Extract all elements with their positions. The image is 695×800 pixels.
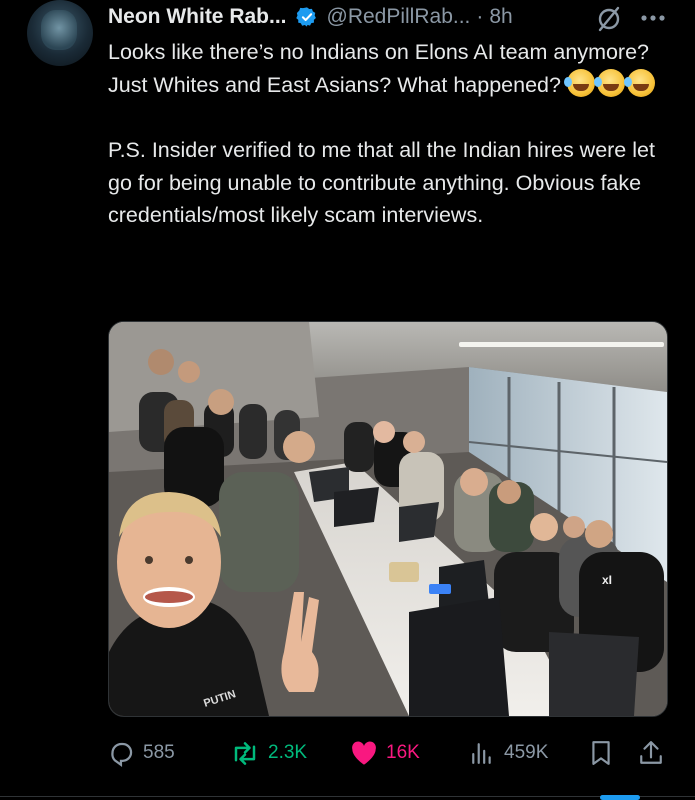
views-count: 459K (504, 742, 549, 763)
like-button[interactable]: 16K (350, 735, 420, 771)
divider (0, 796, 695, 797)
retweet-button[interactable]: 2.3K (230, 735, 307, 771)
tweet-paragraph-1: Looks like there’s no Indians on Elons A… (108, 36, 668, 101)
verified-badge-icon (295, 7, 316, 27)
tweet-paragraph-2: P.S. Insider verified to me that all the… (108, 138, 655, 227)
author-handle[interactable]: @RedPillRab... (327, 5, 471, 29)
reply-icon (111, 742, 133, 767)
tweet-photo[interactable]: PUTIN xI (108, 321, 668, 717)
views-icon (472, 743, 491, 764)
tweet-actions: 585 2.3K 16K 459K (108, 735, 668, 771)
separator-dot: · (476, 5, 484, 28)
avatar-figure (41, 10, 77, 50)
reply-count: 585 (143, 742, 175, 763)
more-options-icon[interactable] (640, 14, 666, 22)
views-button[interactable]: 459K (468, 735, 548, 771)
author-avatar[interactable] (27, 0, 93, 66)
share-button[interactable] (639, 735, 671, 771)
laughing-emoji-icon (563, 68, 595, 97)
tweet-header: Neon White Rab... @RedPillRab... · 8h (108, 2, 513, 32)
bookmark-icon (592, 741, 610, 765)
retweet-count: 2.3K (268, 742, 308, 763)
tweet-time[interactable]: 8h (489, 5, 512, 29)
tweet-body: Looks like there’s no Indians on Elons A… (108, 36, 668, 232)
shirt-logo-text: xI (602, 573, 612, 587)
heart-icon (352, 741, 376, 765)
bookmark-button[interactable] (590, 735, 620, 771)
retweet-icon (234, 741, 256, 765)
author-name[interactable]: Neon White Rab... (108, 5, 287, 29)
laughing-emoji-icon (593, 68, 625, 97)
like-count: 16K (386, 742, 420, 763)
muted-icon[interactable] (596, 6, 622, 32)
laughing-emoji-icon (623, 68, 655, 97)
office-group-photo: PUTIN xI (109, 322, 667, 716)
active-tab-indicator (600, 795, 640, 800)
reply-button[interactable]: 585 (108, 735, 175, 771)
share-icon (640, 741, 662, 764)
